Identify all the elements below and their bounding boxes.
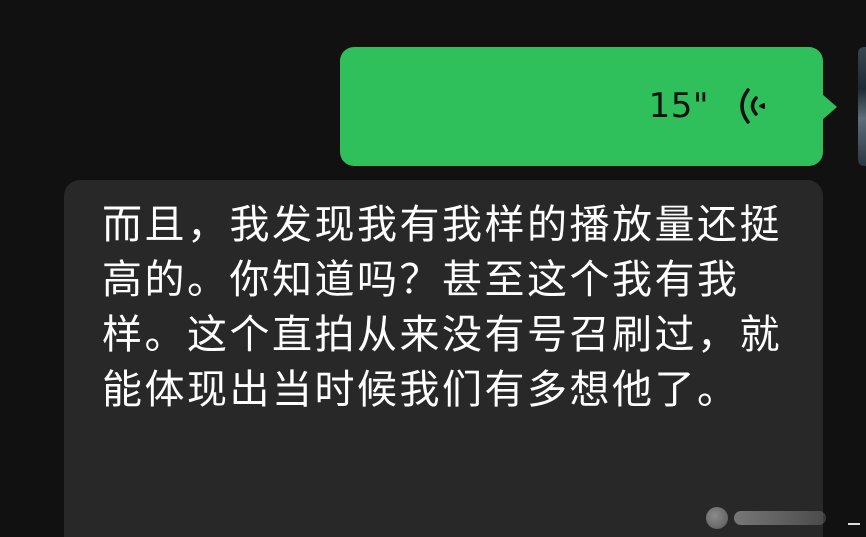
watermark-logo-icon — [706, 507, 728, 529]
chat-view: 15" 而且，我发现我有我样的播放量还挺高的。你知道吗？甚至这个我有我样。这个直… — [0, 0, 866, 537]
transcript-bubble[interactable]: 而且，我发现我有我样的播放量还挺高的。你知道吗？甚至这个我有我样。这个直拍从来没… — [64, 180, 823, 537]
voice-wave-icon — [740, 88, 765, 124]
cursor-mark — [848, 523, 860, 525]
avatar[interactable] — [858, 47, 866, 166]
voice-duration: 15" — [648, 86, 709, 126]
watermark-text — [734, 511, 826, 525]
watermark — [706, 507, 826, 529]
voice-message-bubble[interactable]: 15" — [340, 47, 837, 166]
bubble-tail — [822, 94, 837, 120]
transcript-text: 而且，我发现我有我样的播放量还挺高的。你知道吗？甚至这个我有我样。这个直拍从来没… — [102, 202, 782, 413]
